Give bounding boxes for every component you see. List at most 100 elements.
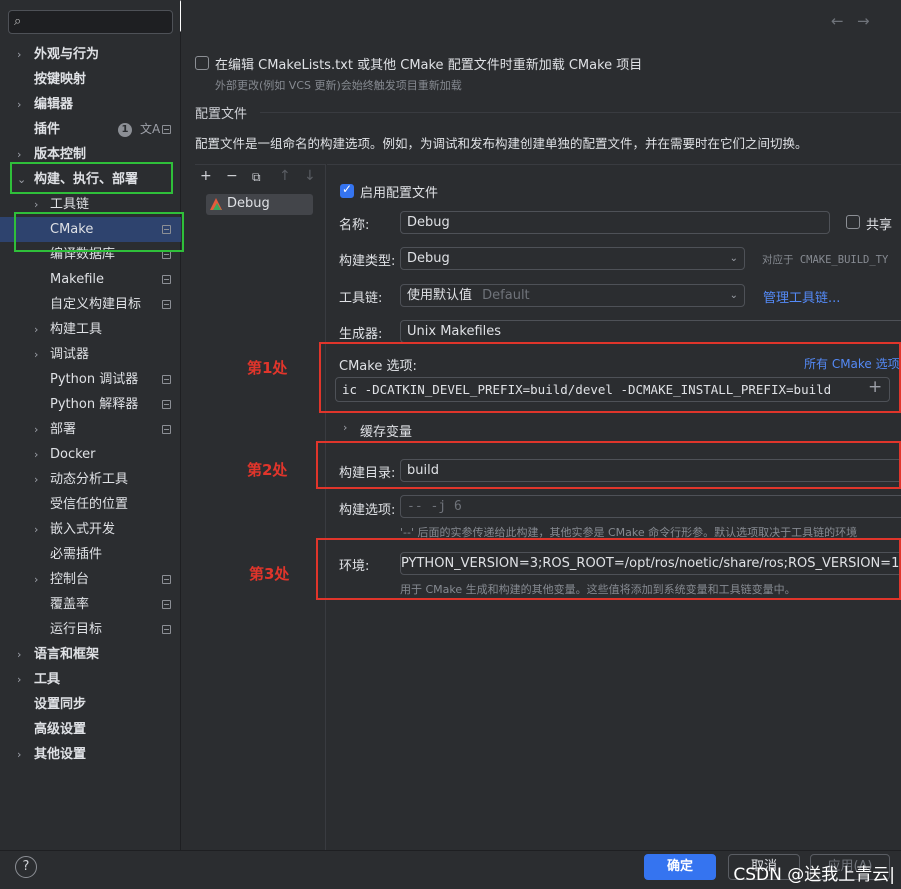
profile-name: Debug [227, 196, 270, 211]
annotation-label-1: 第1处 [247, 359, 288, 377]
sidebar-item[interactable]: › 部署 [0, 417, 181, 442]
sidebar-item[interactable]: 插件 1 文A [0, 117, 181, 142]
toolchain-value: 使用默认值 [407, 288, 473, 303]
toolchain-default: Default [482, 288, 530, 303]
reload-cmake-checkbox[interactable] [195, 56, 209, 70]
highlight-build-section [10, 162, 173, 194]
sidebar-item-label: Python 解释器 [50, 397, 139, 412]
enable-profile-label: 启用配置文件 [360, 186, 439, 201]
cache-variables-label[interactable]: 缓存变量 [360, 421, 412, 440]
chevron-right-icon[interactable]: › [34, 417, 38, 442]
section-title: 配置文件 [195, 107, 248, 122]
sidebar-item[interactable]: Python 调试器 [0, 367, 181, 392]
enable-profile-checkbox[interactable] [340, 182, 354, 198]
project-scope-icon [162, 275, 171, 284]
sidebar-item-label: Python 调试器 [50, 372, 139, 387]
sidebar-item[interactable]: › 工具 [0, 667, 181, 692]
sidebar-item[interactable]: 自定义构建目标 [0, 292, 181, 317]
sidebar-item[interactable]: 按键映射 [0, 67, 181, 92]
help-icon[interactable]: ? [15, 856, 37, 878]
share-checkbox[interactable] [846, 215, 860, 229]
sidebar-item-label: 自定义构建目标 [50, 297, 142, 312]
sidebar-item[interactable]: 设置同步 [0, 692, 181, 717]
csdn-watermark: CSDN @送我上青云| [733, 865, 895, 885]
highlight-box-3 [316, 538, 901, 600]
chevron-right-icon[interactable]: › [34, 467, 38, 492]
copy-profile-icon[interactable]: ⧉ [252, 170, 261, 185]
chevron-right-icon[interactable]: › [34, 342, 38, 367]
project-scope-icon [162, 575, 171, 584]
build-type-label: 构建类型: [339, 254, 396, 269]
sidebar-item-label: 嵌入式开发 [50, 522, 116, 537]
sidebar-item[interactable]: › 控制台 [0, 567, 181, 592]
sidebar-item-label: Makefile [50, 272, 105, 287]
settings-sidebar: ⌕ › 外观与行为 按键映射 › 编辑器 插件 1 文A › 版本控制 ⌄ 构建、执行、部署 › 工具链 C… [0, 0, 181, 850]
reload-cmake-label: 在编辑 CMakeLists.txt 或其他 CMake 配置文件时重新加载 C… [215, 58, 643, 73]
move-down-icon[interactable]: ↓ [304, 168, 316, 184]
sidebar-item-label: 设置同步 [34, 697, 87, 712]
sidebar-item[interactable]: › Docker [0, 442, 181, 467]
sidebar-item-label: 覆盖率 [50, 597, 90, 612]
chevron-down-icon: ⌄ [729, 253, 738, 264]
build-options-field[interactable]: -- -j 6 [400, 495, 901, 518]
sidebar-item[interactable]: › 调试器 [0, 342, 181, 367]
forward-arrow-icon[interactable]: → [857, 12, 870, 30]
chevron-right-icon[interactable]: › [34, 517, 38, 542]
sidebar-item[interactable]: › 外观与行为 [0, 42, 181, 67]
search-icon: ⌕ [14, 14, 22, 29]
sidebar-item-label: 部署 [50, 422, 77, 437]
sidebar-item[interactable]: 高级设置 [0, 717, 181, 742]
sidebar-item-label: 插件 [34, 122, 61, 137]
chevron-right-icon[interactable]: › [17, 642, 21, 667]
chevron-right-icon[interactable]: › [34, 567, 38, 592]
sidebar-item[interactable]: › 动态分析工具 [0, 467, 181, 492]
build-type-select[interactable]: Debug ⌄ [400, 247, 745, 270]
sidebar-item[interactable]: › 语言和框架 [0, 642, 181, 667]
profile-item-debug[interactable]: Debug [206, 194, 313, 215]
profile-details: 启用配置文件 名称: Debug 共享 构建类型: Debug ⌄ 对应于 CM… [327, 164, 901, 850]
remove-profile-icon[interactable]: − [226, 168, 238, 184]
project-scope-icon [162, 600, 171, 609]
sidebar-item-label: 工具 [34, 672, 61, 687]
sidebar-item[interactable]: 覆盖率 [0, 592, 181, 617]
move-up-icon[interactable]: ↑ [279, 168, 291, 184]
generator-select[interactable]: Unix Makefiles [400, 320, 901, 343]
name-field[interactable]: Debug [400, 211, 830, 234]
sidebar-item[interactable]: › 编辑器 [0, 92, 181, 117]
sidebar-item[interactable]: Makefile [0, 267, 181, 292]
sidebar-item-label: 外观与行为 [34, 47, 100, 62]
add-profile-icon[interactable]: + [200, 168, 212, 184]
sidebar-item[interactable]: › 构建工具 [0, 317, 181, 342]
annotation-label-2: 第2处 [247, 461, 288, 479]
chevron-right-icon[interactable]: › [34, 317, 38, 342]
sidebar-item[interactable]: Python 解释器 [0, 392, 181, 417]
section-divider [260, 112, 901, 113]
highlight-cmake-item [14, 212, 184, 252]
section-description: 配置文件是一组命名的构建选项。例如，为调试和发布构建创建单独的配置文件，并在需要… [195, 136, 808, 151]
build-type-hint: 对应于 CMAKE_BUILD_TY [762, 254, 889, 266]
project-scope-icon [162, 300, 171, 309]
profiles-panel: + − ⧉ ↑ ↓ Debug [195, 164, 326, 850]
manage-toolchains-link[interactable]: 管理工具链... [763, 287, 840, 306]
chevron-right-icon[interactable]: › [34, 442, 38, 467]
chevron-right-icon[interactable]: › [17, 92, 21, 117]
sidebar-item[interactable]: › 其他设置 [0, 742, 181, 767]
sidebar-item-label: 按键映射 [34, 72, 87, 87]
search-input[interactable]: ⌕ [8, 10, 173, 34]
cache-chevron-icon[interactable]: › [343, 421, 347, 434]
sidebar-item[interactable]: › 嵌入式开发 [0, 517, 181, 542]
sidebar-item[interactable]: 受信任的位置 [0, 492, 181, 517]
sidebar-item[interactable]: 必需插件 [0, 542, 181, 567]
chevron-right-icon[interactable]: › [17, 742, 21, 767]
project-scope-icon [162, 625, 171, 634]
sidebar-item[interactable]: 运行目标 [0, 617, 181, 642]
sidebar-item-label: 调试器 [50, 347, 90, 362]
chevron-right-icon[interactable]: › [17, 42, 21, 67]
chevron-right-icon[interactable]: › [17, 667, 21, 692]
back-arrow-icon[interactable]: ← [831, 12, 844, 30]
reload-hint: 外部更改(例如 VCS 更新)会始终触发项目重新加载 [215, 79, 462, 92]
ok-button[interactable]: 确定 [644, 854, 716, 880]
toolchain-select[interactable]: 使用默认值 Default ⌄ [400, 284, 745, 307]
sidebar-item-label: 语言和框架 [34, 647, 100, 662]
sidebar-item-label: 构建工具 [50, 322, 103, 337]
